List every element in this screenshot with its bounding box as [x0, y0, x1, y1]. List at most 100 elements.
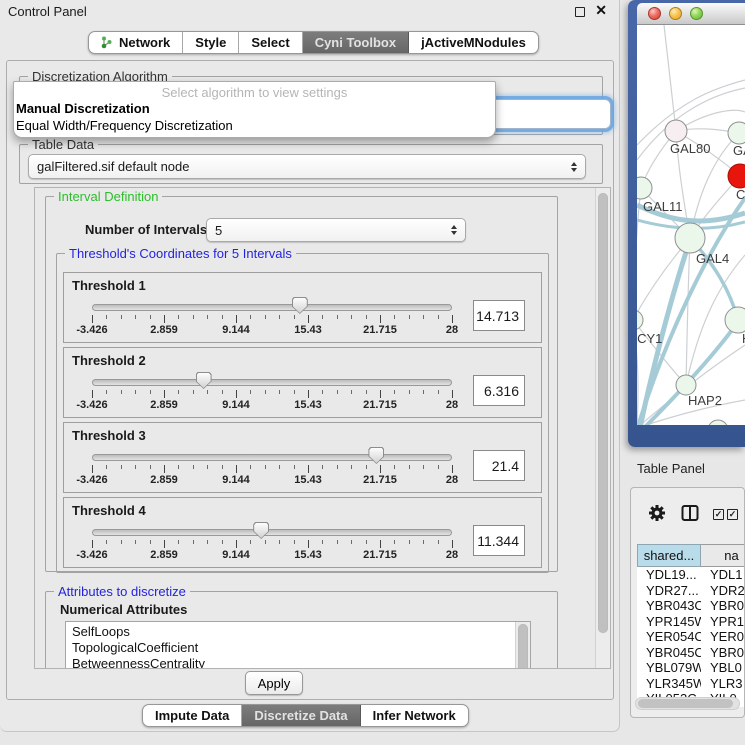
slider-thumb[interactable] — [196, 372, 212, 389]
network-view-window[interactable]: GAL80GACGAL11GAL4GCY1HHAP2 — [628, 0, 745, 447]
network-node[interactable] — [728, 122, 745, 144]
screen: Control Panel ✕ Network Style Select Cyn… — [0, 0, 745, 745]
table-cell[interactable]: YBR043C — [637, 598, 701, 614]
table-row[interactable]: YBL079WYBL0 — [637, 660, 745, 676]
table-cell[interactable]: YDR2 — [701, 583, 745, 599]
list-item[interactable]: SelfLoops — [72, 624, 530, 640]
tab-cyni-toolbox[interactable]: Cyni Toolbox — [303, 32, 409, 53]
slider-track[interactable] — [92, 454, 452, 461]
table-row[interactable]: YLR345WYLR3 — [637, 676, 745, 692]
tab-style[interactable]: Style — [183, 32, 239, 53]
threshold-value-field[interactable]: 14.713 — [473, 300, 525, 331]
scrollbar-thumb[interactable] — [518, 624, 528, 669]
scale-label: 2.859 — [150, 549, 178, 561]
network-node[interactable] — [725, 307, 745, 333]
table-cell[interactable]: YBL079W — [637, 660, 701, 676]
slider-scale: -3.4262.8599.14415.4321.71528 — [92, 399, 452, 411]
table-cell[interactable]: YLR345W — [637, 676, 701, 692]
network-canvas[interactable]: GAL80GACGAL11GAL4GCY1HHAP2 — [637, 25, 745, 425]
settings-scrollbar[interactable] — [595, 188, 610, 668]
network-node[interactable] — [676, 375, 696, 395]
column-header-name[interactable]: na — [701, 544, 745, 567]
thresholds-group: Threshold's Coordinates for 5 Intervals … — [56, 253, 549, 573]
slider-track[interactable] — [92, 379, 452, 386]
control-panel-window: Control Panel ✕ Network Style Select Cyn… — [0, 0, 620, 732]
table-data-combo[interactable]: galFiltered.sif default node — [28, 154, 586, 179]
tab-select[interactable]: Select — [239, 32, 302, 53]
table-row[interactable]: YBR043CYBR0 — [637, 598, 745, 614]
column-header-shared-name[interactable]: shared... — [637, 544, 701, 567]
network-node[interactable] — [675, 223, 705, 253]
table-cell[interactable]: YBR0 — [701, 598, 745, 614]
slider-thumb[interactable] — [292, 297, 308, 314]
close-traffic-light[interactable] — [648, 7, 661, 20]
table-cell[interactable]: YLR3 — [701, 676, 745, 692]
threshold-slider: -3.4262.8599.14415.4321.71528 — [92, 423, 452, 494]
dropdown-option-equal-width[interactable]: Equal Width/Frequency Discretization — [14, 117, 495, 134]
scrollbar-thumb[interactable] — [598, 193, 608, 633]
tab-jactivemnodules[interactable]: jActiveMNodules — [409, 32, 538, 53]
table-row[interactable]: YER054CYER0 — [637, 629, 745, 645]
scale-label: 9.144 — [222, 399, 250, 411]
minimize-traffic-light[interactable] — [669, 7, 682, 20]
tab-impute-data[interactable]: Impute Data — [143, 705, 242, 726]
table-cell[interactable]: YBR0 — [701, 645, 745, 661]
tab-infer-network[interactable]: Infer Network — [361, 705, 468, 726]
scale-label: 2.859 — [150, 474, 178, 486]
threshold-value-field[interactable]: 21.4 — [473, 450, 525, 481]
table-horizontal-scrollbar[interactable] — [635, 697, 740, 710]
gear-icon[interactable] — [647, 503, 667, 526]
threshold-box: Threshold 1 -3.4262.8599.14415.4321.7152… — [63, 272, 542, 343]
network-node[interactable] — [637, 177, 652, 199]
slider-track[interactable] — [92, 304, 452, 311]
table-cell[interactable]: YDL19... — [637, 567, 701, 583]
network-node[interactable] — [637, 310, 643, 330]
table-cell[interactable]: YDR27... — [637, 583, 701, 599]
numerical-attributes-list[interactable]: SelfLoopsTopologicalCoefficientBetweenne… — [65, 621, 531, 669]
table-row[interactable]: YDR27...YDR2 — [637, 583, 745, 599]
select-columns-icon[interactable]: ✓ ✓ — [713, 509, 738, 520]
number-of-intervals-combo[interactable]: 5 — [206, 218, 466, 242]
table-cell[interactable]: YPR145W — [637, 614, 701, 630]
list-scrollbar[interactable] — [515, 622, 530, 669]
scale-label: 21.715 — [363, 474, 397, 486]
close-icon[interactable]: ✕ — [595, 2, 607, 19]
threshold-value-field[interactable]: 11.344 — [473, 525, 525, 556]
list-item[interactable]: BetweennessCentrality — [72, 656, 530, 669]
slider-scale: -3.4262.8599.14415.4321.71528 — [92, 549, 452, 561]
cyni-content-panel: Discretization Algorithm Select algorith… — [6, 60, 614, 700]
tab-label: Cyni Toolbox — [315, 35, 396, 50]
slider-thumb[interactable] — [368, 447, 384, 464]
zoom-traffic-light[interactable] — [690, 7, 703, 20]
table-cell[interactable]: YBR045C — [637, 645, 701, 661]
slider-thumb[interactable] — [253, 522, 269, 539]
network-node[interactable] — [708, 420, 728, 425]
table-header-row: shared... na — [637, 544, 745, 567]
threshold-slider: -3.4262.8599.14415.4321.71528 — [92, 498, 452, 569]
window-title: Control Panel — [8, 4, 87, 19]
network-node[interactable] — [665, 120, 687, 142]
table-cell[interactable]: YER0 — [701, 629, 745, 645]
float-window-icon[interactable] — [575, 7, 585, 17]
network-window-titlebar[interactable] — [637, 3, 745, 25]
table-cell[interactable]: YBL0 — [701, 660, 745, 676]
table-row[interactable]: YBR045CYBR0 — [637, 645, 745, 661]
tab-label: Impute Data — [155, 708, 229, 723]
dropdown-option-manual[interactable]: Manual Discretization — [14, 100, 495, 117]
table-cell[interactable]: YDL1 — [701, 567, 745, 583]
tab-discretize-data[interactable]: Discretize Data — [242, 705, 360, 726]
scale-label: 9.144 — [222, 474, 250, 486]
table-cell[interactable]: YPR1 — [701, 614, 745, 630]
table-row[interactable]: YDL19...YDL1 — [637, 567, 745, 583]
threshold-value-field[interactable]: 6.316 — [473, 375, 525, 406]
apply-button[interactable]: Apply — [245, 671, 303, 695]
table-cell[interactable]: YER054C — [637, 629, 701, 645]
scrollbar-thumb[interactable] — [638, 699, 733, 708]
split-columns-icon[interactable] — [681, 504, 699, 525]
list-item[interactable]: TopologicalCoefficient — [72, 640, 530, 656]
group-title: Attributes to discretize — [54, 584, 190, 599]
slider-track[interactable] — [92, 529, 452, 536]
scale-label: 2.859 — [150, 324, 178, 336]
tab-network[interactable]: Network — [89, 32, 183, 53]
table-row[interactable]: YPR145WYPR1 — [637, 614, 745, 630]
